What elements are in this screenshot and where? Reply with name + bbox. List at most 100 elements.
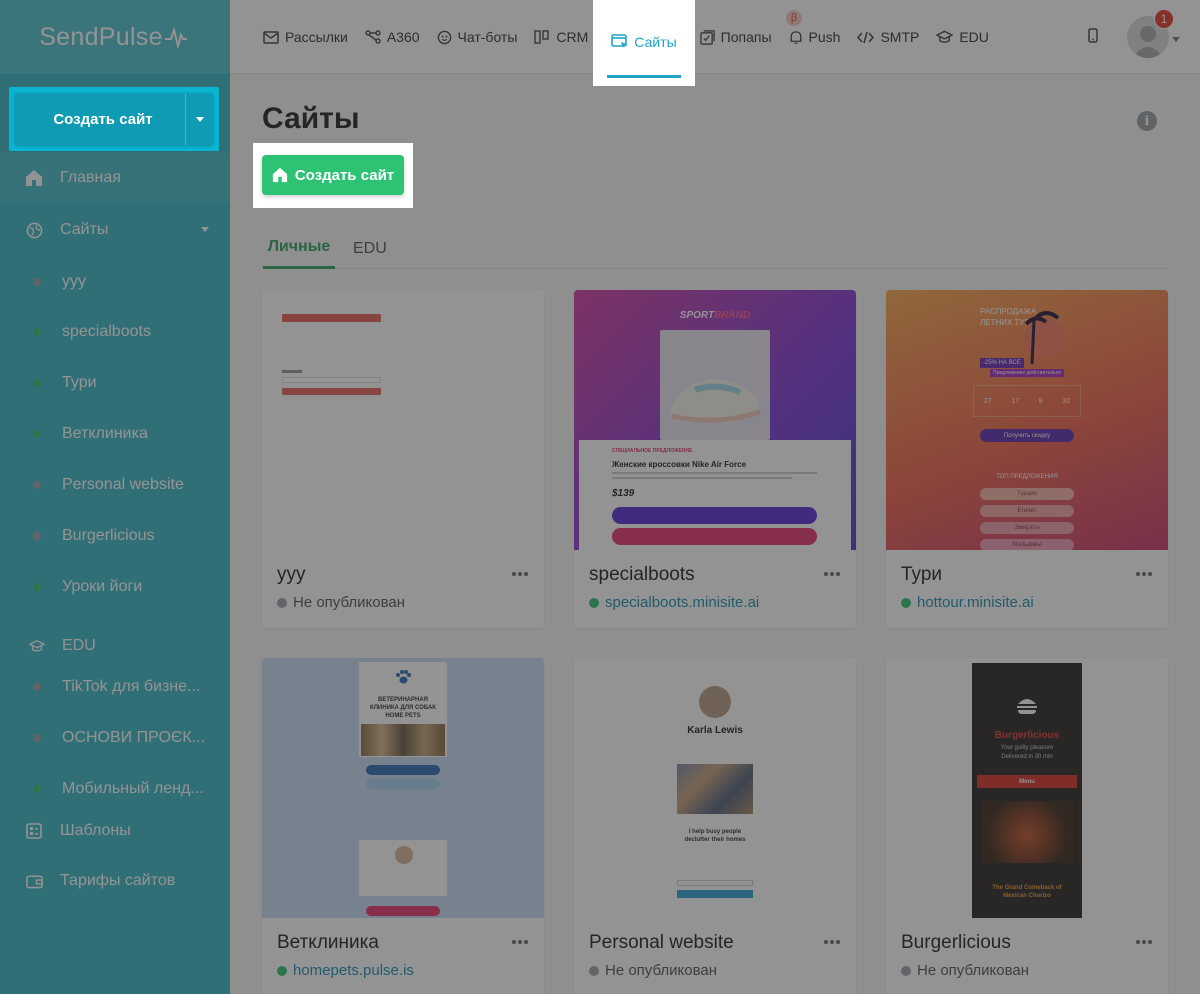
site-name[interactable]: Тури xyxy=(901,564,942,586)
home-icon xyxy=(0,169,60,187)
thumb-top: ТОП ПРЕДЛОЖЕНИЯ xyxy=(996,474,1058,480)
chevron-down-icon[interactable] xyxy=(185,93,213,145)
flow-icon xyxy=(365,30,381,44)
status-dot xyxy=(33,734,41,742)
site-card[interactable]: Karla Lewis I help busy people declutter… xyxy=(574,658,856,994)
more-options-icon[interactable] xyxy=(1136,940,1154,944)
site-name[interactable]: Personal website xyxy=(589,932,734,954)
sidebar-edu-item[interactable]: ОСНОВИ ПРОЄК... xyxy=(0,713,230,763)
brand-name: SendPulse xyxy=(39,22,163,51)
sidebar-item-label: Главная xyxy=(60,169,121,186)
sidebar-site-item[interactable]: yyy xyxy=(0,257,230,307)
topnav-label: A360 xyxy=(386,29,420,45)
site-status[interactable]: hottour.minisite.ai xyxy=(901,594,1034,611)
status-dot xyxy=(589,597,599,608)
site-card[interactable]: Burgerlicious Your guilty pleasure Deliv… xyxy=(886,658,1168,994)
chevron-down-icon[interactable] xyxy=(201,227,209,232)
topnav-chatbots[interactable]: Чат-боты xyxy=(437,0,517,74)
sidebar-site-item[interactable]: Уроки йоги xyxy=(0,562,230,612)
sidebar-site-item[interactable]: specialboots xyxy=(0,307,230,357)
sidebar-item-label: Сайты xyxy=(60,221,109,238)
graduation-cap-icon xyxy=(0,639,60,653)
more-options-icon[interactable] xyxy=(1136,572,1154,576)
sidebar-item-label: ОСНОВИ ПРОЄК... xyxy=(62,729,206,746)
sidebar-site-item[interactable]: Personal website xyxy=(0,460,230,510)
sidebar-item-label: Тарифы сайтов xyxy=(60,872,176,889)
bell-icon xyxy=(789,30,802,44)
site-preview[interactable]: Burgerlicious Your guilty pleasure Deliv… xyxy=(886,658,1168,918)
globe-icon xyxy=(0,222,60,239)
site-status[interactable]: homepets.pulse.is xyxy=(277,962,414,979)
sidebar-section-edu: EDU xyxy=(0,631,230,661)
topnav-edu[interactable]: EDU xyxy=(936,0,989,74)
status-dot xyxy=(901,965,911,976)
status-text: Не опубликован xyxy=(293,594,406,611)
more-options-icon[interactable] xyxy=(512,572,530,576)
site-name[interactable]: yyy xyxy=(277,564,306,586)
status-dot xyxy=(33,532,41,540)
notification-badge: 1 xyxy=(1154,9,1174,29)
status-text: Не опубликован xyxy=(917,962,1030,979)
topnav-popups[interactable]: Попапы xyxy=(699,0,772,74)
topnav-smtp[interactable]: SMTP xyxy=(857,0,919,74)
status-text: Не опубликован xyxy=(605,962,718,979)
countdown-hours: 17 xyxy=(1011,397,1020,405)
site-card[interactable]: РАСПРОДАЖА ЛЕТНИХ ТУРОВ! -25% НА ВСЕ Пре… xyxy=(886,290,1168,628)
site-card[interactable]: SPORTBRAND СПЕЦИАЛЬНОЕ ПРЕДЛОЖЕНИЕ Женск… xyxy=(574,290,856,628)
site-name[interactable]: Ветклиника xyxy=(277,932,379,954)
topnav-label: SMTP xyxy=(880,29,920,45)
site-preview[interactable]: Karla Lewis I help busy people declutter… xyxy=(574,658,856,918)
site-preview[interactable]: РАСПРОДАЖА ЛЕТНИХ ТУРОВ! -25% НА ВСЕ Пре… xyxy=(886,290,1168,550)
tab-personal[interactable]: Личные xyxy=(263,228,335,269)
topnav-crm[interactable]: CRM xyxy=(534,0,588,74)
topnav-label: Рассылки xyxy=(285,29,348,45)
info-icon[interactable]: i xyxy=(1137,111,1157,131)
site-card[interactable]: ВЕТЕРИНАРНАЯ КЛИНИКА ДЛЯ СОБАК HOME PETS… xyxy=(262,658,544,994)
chevron-down-icon[interactable] xyxy=(1172,37,1180,42)
more-options-icon[interactable] xyxy=(512,940,530,944)
sidebar-item-label: yyy xyxy=(62,273,86,290)
create-site-highlight: Создать сайт xyxy=(253,143,413,208)
sidebar-item-home[interactable]: Главная xyxy=(0,153,230,203)
sidebar-create-highlight: Создать сайт xyxy=(9,87,219,151)
thumb-country: Египет xyxy=(980,505,1074,517)
sidebar-create-site-button[interactable]: Создать сайт xyxy=(15,93,213,145)
topbar: Рассылки A360 Чат-боты CRM Сайты Попапы … xyxy=(230,0,1200,86)
topnav-label: Сайты xyxy=(634,33,677,50)
thumb-title: ВЕТЕРИНАРНАЯ КЛИНИКА ДЛЯ СОБАК HOME PETS xyxy=(370,697,436,719)
thumb-tagline: I help busy people declutter their homes xyxy=(684,829,746,843)
topnav-a360[interactable]: A360 xyxy=(365,0,420,74)
site-preview[interactable]: ВЕТЕРИНАРНАЯ КЛИНИКА ДЛЯ СОБАК HOME PETS xyxy=(262,658,544,918)
site-preview[interactable] xyxy=(262,290,544,550)
sidebar-edu-item[interactable]: TikTok для бизне... xyxy=(0,662,230,712)
thumb-brand-accent: BRAND xyxy=(714,310,751,321)
thumb-title: Burgerlicious xyxy=(994,730,1060,741)
page-title: Сайты xyxy=(262,102,360,135)
site-status[interactable]: specialboots.minisite.ai xyxy=(589,594,759,611)
site-name[interactable]: Burgerlicious xyxy=(901,932,1011,954)
thumb-discount: -25% НА ВСЕ xyxy=(980,358,1024,368)
home-icon xyxy=(272,167,287,183)
more-options-icon[interactable] xyxy=(824,940,842,944)
sidebar-site-item[interactable]: Тури xyxy=(0,358,230,408)
mobile-icon[interactable] xyxy=(1088,28,1098,43)
site-name[interactable]: specialboots xyxy=(589,564,695,586)
chatbot-icon xyxy=(437,30,451,44)
create-site-button[interactable]: Создать сайт xyxy=(262,155,404,195)
topnav-campaigns[interactable]: Рассылки xyxy=(263,0,348,74)
logo[interactable]: SendPulse xyxy=(0,0,230,74)
sidebar-item-templates[interactable]: Шаблоны xyxy=(0,806,230,856)
sidebar-item-tariffs[interactable]: Тарифы сайтов xyxy=(0,856,230,906)
countdown-seconds: 32 xyxy=(1062,397,1071,405)
sidebar-site-item[interactable]: Ветклиника xyxy=(0,409,230,459)
sidebar-item-sites[interactable]: Сайты xyxy=(0,205,230,255)
more-options-icon[interactable] xyxy=(824,572,842,576)
countdown-days: 27 xyxy=(983,397,992,405)
sidebar-item-label: Мобильный ленд... xyxy=(62,780,204,797)
sidebar-site-item[interactable]: Burgerlicious xyxy=(0,511,230,561)
top-navigation: Рассылки A360 Чат-боты CRM Сайты Попапы … xyxy=(263,0,1006,86)
topnav-sites[interactable]: Сайты xyxy=(593,0,695,86)
site-card[interactable]: yyy Не опубликован xyxy=(262,290,544,628)
tab-edu[interactable]: EDU xyxy=(353,228,387,269)
site-preview[interactable]: SPORTBRAND СПЕЦИАЛЬНОЕ ПРЕДЛОЖЕНИЕ Женск… xyxy=(574,290,856,550)
